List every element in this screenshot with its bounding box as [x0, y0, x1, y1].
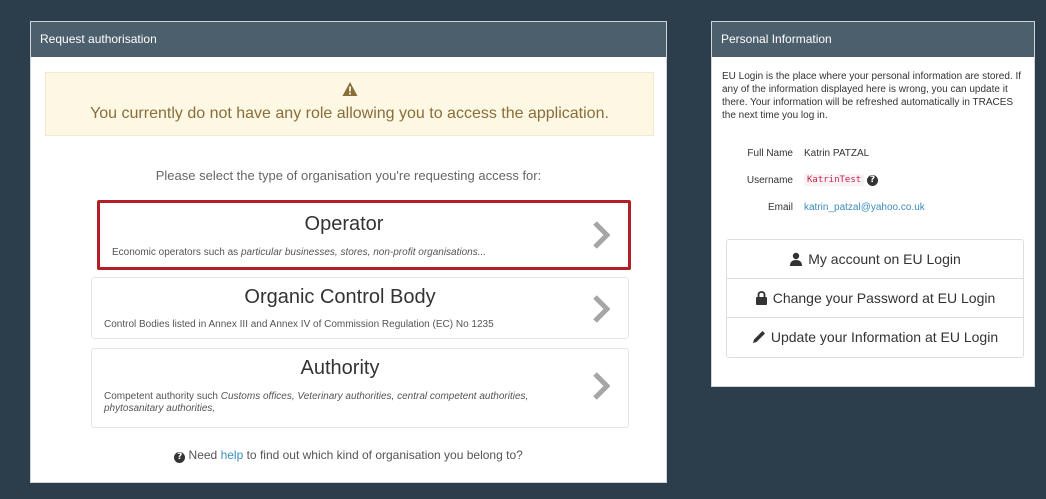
chevron-right-icon [593, 295, 610, 323]
email-label: Email [767, 202, 793, 213]
email-value[interactable]: katrin_patzal@yahoo.co.uk [804, 202, 925, 213]
pencil-icon [752, 331, 765, 343]
request-authorisation-panel: Request authorisation You currently do n… [30, 21, 667, 483]
full-name-label: Full Name [747, 148, 793, 159]
full-name-value: Katrin PATZAL [804, 148, 870, 159]
my-account-button[interactable]: My account on EU Login [727, 240, 1023, 279]
info-description: EU Login is the place where your persona… [722, 71, 1022, 121]
change-password-button[interactable]: Change your Password at EU Login [727, 279, 1023, 318]
chevron-right-icon [593, 221, 610, 249]
panel-title: Personal Information [712, 22, 1034, 57]
lock-icon [755, 291, 767, 305]
authority-option-card[interactable]: Authority Competent authority such Custo… [91, 348, 629, 428]
user-icon [790, 252, 803, 266]
warning-icon [342, 82, 357, 96]
organic-control-body-option-card[interactable]: Organic Control Body Control Bodies list… [91, 277, 629, 339]
organisation-type-prompt: Please select the type of organisation y… [155, 168, 542, 183]
option-title: Authority [300, 357, 380, 379]
chevron-right-icon [593, 372, 610, 400]
username-label: Username [746, 175, 793, 186]
question-circle-icon[interactable]: ? [866, 175, 878, 186]
update-information-button[interactable]: Update your Information at EU Login [727, 318, 1023, 357]
option-description: Competent authority such Customs offices… [104, 391, 529, 414]
panel-title: Request authorisation [31, 22, 666, 57]
option-title: Organic Control Body [244, 286, 436, 308]
help-line: ? Need help to find out which kind of or… [31, 448, 666, 463]
no-role-alert: You currently do not have any role allow… [45, 72, 654, 136]
option-description: Economic operators such as particular bu… [112, 247, 487, 258]
operator-option-card[interactable]: Operator Economic operators such as part… [97, 200, 631, 270]
username-value: KatrinTest [804, 174, 865, 186]
question-circle-icon: ? [174, 452, 186, 463]
alert-message: You currently do not have any role allow… [90, 105, 609, 122]
option-title: Operator [304, 213, 384, 235]
eu-login-button-group: My account on EU Login Change your Passw… [726, 239, 1024, 358]
option-description: Control Bodies listed in Annex III and A… [104, 319, 494, 330]
personal-information-panel: Personal Information EU Login is the pla… [711, 21, 1035, 387]
help-link[interactable]: help [221, 448, 244, 462]
